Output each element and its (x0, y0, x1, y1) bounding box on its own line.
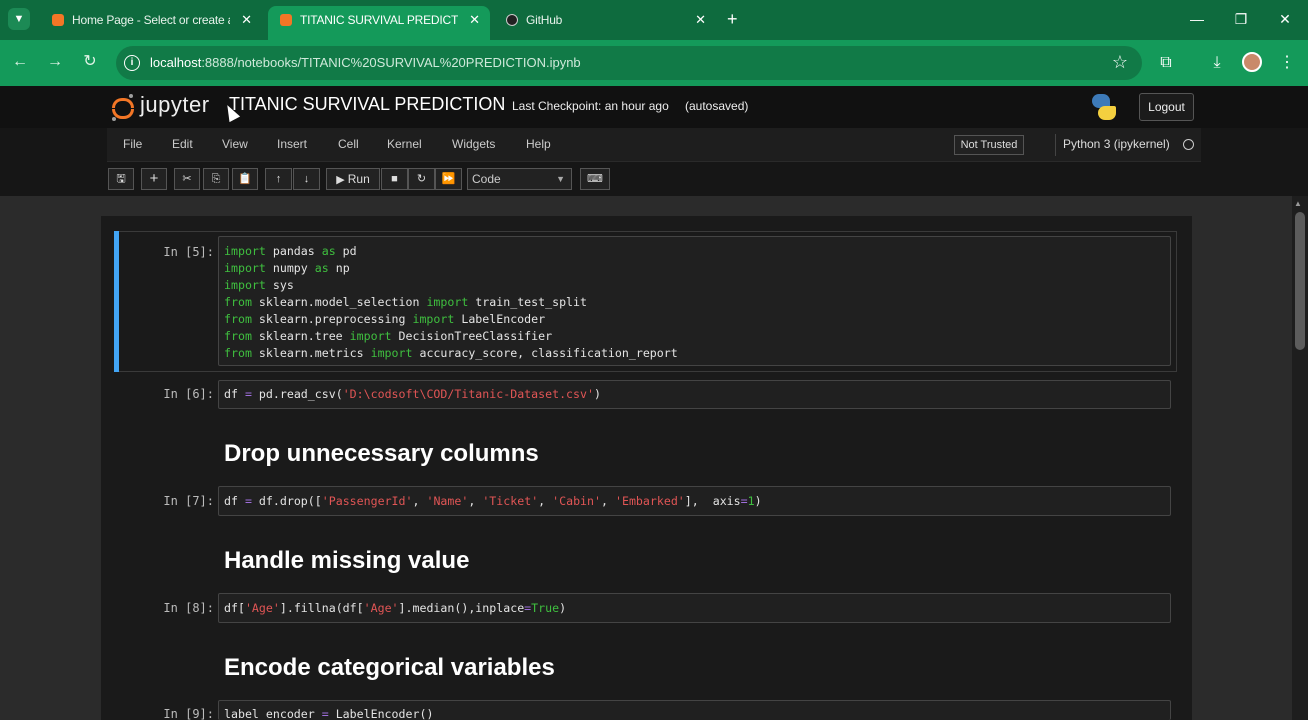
window-close-icon[interactable]: ✕ (1275, 8, 1295, 30)
downloads-icon[interactable]: ⤓ (1206, 52, 1228, 74)
jupyter-brand[interactable]: jupyter (140, 92, 210, 118)
code-line: from sklearn.model_selection import trai… (224, 295, 587, 309)
tab-home-page[interactable]: Home Page - Select or create a ✕ (40, 6, 262, 40)
jupyter-header: jupyter TITANIC SURVIVAL PREDICTION Last… (0, 86, 1308, 128)
code-line: label_encoder = LabelEncoder() (224, 707, 434, 720)
tab-github[interactable]: GitHub ✕ (494, 6, 716, 40)
command-palette-keyboard-icon[interactable]: ⌨ (580, 168, 610, 190)
restore-icon[interactable]: ❐ (1231, 8, 1251, 30)
tab-title: GitHub (526, 13, 563, 27)
menu-edit[interactable]: Edit (172, 137, 193, 151)
menu-view[interactable]: View (222, 137, 248, 151)
run-button[interactable]: ▶ Run (326, 168, 380, 190)
extensions-puzzle-icon[interactable]: ⧉ (1155, 52, 1177, 74)
reload-icon[interactable]: ↻ (79, 51, 101, 73)
kernel-name[interactable]: Python 3 (ipykernel) (1063, 137, 1170, 151)
move-down-arrow-icon[interactable]: ↓ (293, 168, 320, 190)
address-bar[interactable]: i localhost:8888/notebooks/TITANIC%20SUR… (116, 46, 1142, 80)
code-line: df['Age'].fillna(df['Age'].median(),inpl… (224, 601, 567, 615)
play-icon: ▶ (336, 174, 345, 186)
restart-run-all-icon[interactable]: ⏩ (435, 168, 462, 190)
browser-toolbar: ← → ↻ i localhost:8888/notebooks/TITANIC… (0, 40, 1308, 86)
code-line: df = pd.read_csv('D:\codsoft\COD/Titanic… (224, 387, 601, 401)
cell-prompt: In [6]: (163, 387, 214, 401)
cell-type-select[interactable]: Code ▼ (467, 168, 572, 190)
url-text[interactable]: localhost:8888/notebooks/TITANIC%20SURVI… (150, 55, 581, 70)
github-favicon-icon (506, 14, 518, 26)
markdown-heading: Encode categorical variables (224, 654, 555, 681)
profile-avatar[interactable] (1242, 52, 1262, 72)
code-cell-editor[interactable]: import pandas as pd import numpy as np i… (218, 236, 1171, 366)
paste-icon[interactable]: 📋 (232, 168, 258, 190)
bookmark-star-icon[interactable]: ☆ (1112, 52, 1128, 73)
close-icon[interactable]: ✕ (241, 6, 252, 34)
code-line: import numpy as np (224, 261, 350, 275)
markdown-heading: Handle missing value (224, 547, 470, 574)
tab-search-chevron-icon[interactable]: ▼ (8, 8, 30, 30)
chevron-down-icon: ▼ (556, 174, 565, 184)
notebook-toolbar: 🖫 + ✂ ⎘ 📋 ↑ ↓ ▶ Run ■ ↻ ⏩ ⌨ (0, 162, 1308, 196)
browser-menu-kebab-icon[interactable]: ⋮ (1276, 52, 1298, 74)
jupyter-logo-icon[interactable] (111, 93, 135, 121)
site-info-icon[interactable]: i (124, 55, 140, 71)
run-label: Run (347, 172, 370, 186)
kernel-idle-indicator-icon (1183, 139, 1194, 150)
trust-status-button[interactable]: Not Trusted (954, 135, 1024, 155)
cell-prompt: In [9]: (163, 707, 214, 720)
code-line: from sklearn.tree import DecisionTreeCla… (224, 329, 553, 343)
menu-help[interactable]: Help (526, 137, 551, 151)
cell-prompt: In [7]: (163, 494, 214, 508)
interrupt-stop-icon[interactable]: ■ (381, 168, 408, 190)
copy-icon[interactable]: ⎘ (203, 168, 229, 190)
menu-cell[interactable]: Cell (338, 137, 359, 151)
close-icon[interactable]: ✕ (469, 6, 480, 34)
save-icon[interactable]: 🖫 (108, 168, 134, 190)
jupyter-favicon-icon (280, 14, 292, 26)
url-host: localhost (150, 55, 202, 70)
cell-prompt: In [8]: (163, 601, 214, 615)
close-icon[interactable]: ✕ (695, 6, 706, 34)
logout-button[interactable]: Logout (1139, 93, 1194, 121)
insert-cell-plus-icon[interactable]: + (141, 168, 167, 190)
restart-kernel-icon[interactable]: ↻ (408, 168, 435, 190)
scroll-up-arrow-icon[interactable]: ▲ (1294, 199, 1302, 208)
autosave-status: (autosaved) (685, 99, 749, 113)
menu-widgets[interactable]: Widgets (452, 137, 495, 151)
tab-title: TITANIC SURVIVAL PREDICTION (300, 13, 458, 27)
code-line: import sys (224, 278, 294, 292)
jupyter-favicon-icon (52, 14, 64, 26)
forward-arrow-icon[interactable]: → (44, 51, 66, 73)
scrollbar-thumb[interactable] (1295, 212, 1305, 350)
back-arrow-icon[interactable]: ← (9, 51, 31, 73)
move-up-arrow-icon[interactable]: ↑ (265, 168, 292, 190)
tab-titanic-notebook[interactable]: TITANIC SURVIVAL PREDICTION ✕ (268, 6, 490, 40)
menubar-container: File Edit View Insert Cell Kernel Widget… (107, 128, 1201, 162)
url-path: :8888/notebooks/TITANIC%20SURVIVAL%20PRE… (201, 55, 581, 70)
menu-insert[interactable]: Insert (277, 137, 307, 151)
cell-type-value: Code (472, 172, 501, 186)
cell-prompt: In [5]: (163, 245, 214, 259)
cut-scissors-icon[interactable]: ✂ (174, 168, 200, 190)
code-line: from sklearn.preprocessing import LabelE… (224, 312, 546, 326)
code-cell-editor[interactable]: df['Age'].fillna(df['Age'].median(),inpl… (218, 593, 1171, 623)
code-cell-editor[interactable]: df = df.drop(['PassengerId', 'Name', 'Ti… (218, 486, 1171, 516)
last-checkpoint: Last Checkpoint: an hour ago (512, 99, 669, 113)
tab-title: Home Page - Select or create a (72, 13, 230, 27)
code-line: import pandas as pd (224, 244, 357, 258)
code-cell-editor[interactable]: label_encoder = LabelEncoder() (218, 700, 1171, 720)
code-line: df = df.drop(['PassengerId', 'Name', 'Ti… (224, 494, 762, 508)
menu-file[interactable]: File (123, 137, 142, 151)
notebook-title[interactable]: TITANIC SURVIVAL PREDICTION (229, 94, 505, 115)
code-line: from sklearn.metrics import accuracy_sco… (224, 346, 678, 360)
python-logo-icon (1090, 93, 1118, 121)
new-tab-plus-icon[interactable]: + (727, 8, 738, 30)
code-cell-editor[interactable]: df = pd.read_csv('D:\codsoft\COD/Titanic… (218, 380, 1171, 409)
minimize-icon[interactable]: — (1187, 8, 1207, 30)
browser-tab-strip: ▼ Home Page - Select or create a ✕ TITAN… (0, 0, 1308, 40)
kernel-divider (1055, 134, 1056, 156)
menu-kernel[interactable]: Kernel (387, 137, 422, 151)
markdown-heading: Drop unnecessary columns (224, 440, 539, 467)
